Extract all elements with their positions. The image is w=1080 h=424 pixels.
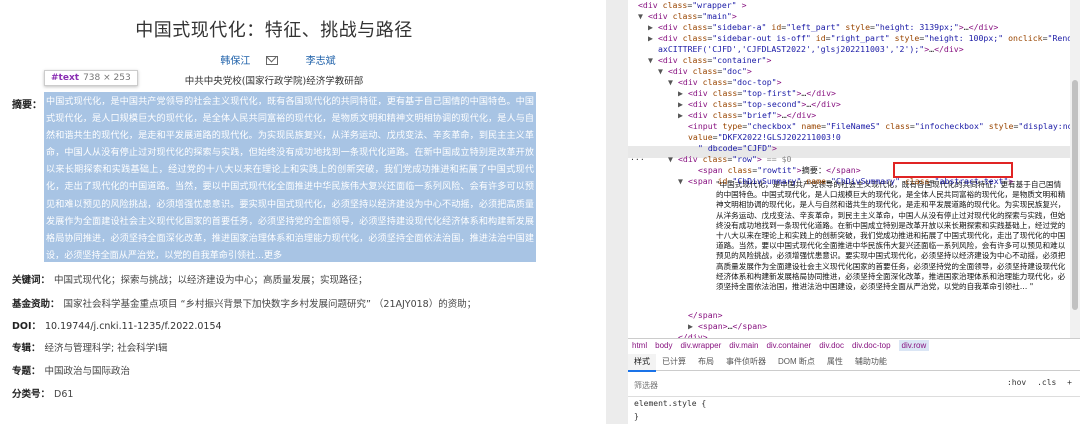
- styles-tabbar: 样式 已计算 布局 事件侦听器 DOM 断点 属性 辅助功能: [628, 354, 1080, 372]
- dom-node-line[interactable]: ▶ <div class="top-first">…</div>: [678, 88, 836, 99]
- subject-row: 专题： 中国政治与国际政治: [12, 366, 131, 377]
- filter-bar: 筛选器 :hov .cls +: [628, 372, 1080, 397]
- expand-toggle-icon: ▶: [648, 33, 653, 43]
- styles-tab[interactable]: 辅助功能: [849, 354, 893, 370]
- breadcrumb: html body div.wrapper div.main div.container…: [628, 338, 1080, 353]
- breadcrumb-item[interactable]: body: [655, 341, 672, 350]
- styles-tab[interactable]: 属性: [821, 354, 849, 370]
- class-row: 分类号： D61: [12, 389, 74, 400]
- dom-node-line[interactable]: " dbcode="CJFD">: [688, 143, 777, 154]
- styles-tab[interactable]: DOM 断点: [772, 354, 821, 370]
- dom-node-line[interactable]: ▶ <div class="sidebar-a" id="left_part" s…: [648, 22, 998, 33]
- breadcrumb-item[interactable]: div.doc: [819, 341, 844, 350]
- doi-row: DOI： 10.19744/j.cnki.11-1235/f.2022.0154: [12, 321, 222, 332]
- breadcrumb-item[interactable]: html: [632, 341, 647, 350]
- dom-node-line[interactable]: ▼ <div class="main">: [638, 11, 737, 22]
- expand-toggle-icon: ▼: [668, 77, 673, 87]
- article-title: 中国式现代化：特征、挑战与路径: [135, 20, 413, 41]
- class-value: D61: [54, 389, 74, 400]
- topic-value: 经济与管理科学; 社会科学Ⅰ辑: [44, 343, 168, 354]
- breadcrumb-item[interactable]: div.container: [766, 341, 811, 350]
- doi-value: 10.19744/j.cnki.11-1235/f.2022.0154: [45, 321, 222, 332]
- dom-node-line[interactable]: value="DKFX2022!GLSJ202211003!0: [678, 132, 841, 143]
- elements-tree[interactable]: "中国式现代化，是中国共产党领导的社会主义现代化，既有各国现代化的共同特征，更有…: [628, 0, 1070, 338]
- dom-node-line[interactable]: <input type="checkbox" name="FileNameS" …: [678, 121, 1070, 132]
- styles-tab[interactable]: 样式: [628, 354, 656, 372]
- dom-node-line[interactable]: axCITTREF('CJFD','CJFDLAST2022','glsj202…: [648, 44, 964, 55]
- pane-divider[interactable]: [606, 0, 628, 424]
- breadcrumb-item[interactable]: div.wrapper: [680, 341, 721, 350]
- dom-node-line[interactable]: ▶ <div class="top-second">…</div>: [678, 99, 841, 110]
- author-link[interactable]: 韩保江: [212, 56, 286, 67]
- dom-node-line[interactable]: </span>: [688, 310, 723, 321]
- article-pane: 中国式现代化：特征、挑战与路径 韩保江 李志斌 中共中央党校(国家行政学院)经济…: [0, 0, 606, 424]
- dom-node-line[interactable]: <span class="rowtit">摘要：</span>: [688, 165, 861, 176]
- filter-input[interactable]: 筛选器: [634, 380, 658, 391]
- dom-node-line[interactable]: ▼ <div class="container">: [648, 55, 771, 66]
- expand-toggle-icon: ▶: [678, 110, 683, 120]
- mail-icon[interactable]: [266, 56, 279, 65]
- expand-toggle-icon: ▼: [668, 154, 673, 164]
- cls-toggle[interactable]: .cls: [1037, 378, 1056, 387]
- dom-node-line[interactable]: ▼ <div class="row"> == $0: [668, 154, 791, 165]
- element-style-rule[interactable]: element.style {: [634, 399, 706, 408]
- more-link[interactable]: ...更多: [255, 251, 282, 261]
- scrollbar-thumb[interactable]: [1072, 80, 1078, 310]
- expand-toggle-icon: ▼: [678, 176, 683, 186]
- abstract-text: 中国式现代化，是中国共产党领导的社会主义现代化，既有各国现代化的共同特征，更有基…: [46, 97, 534, 261]
- expand-toggle-icon: ▶: [678, 88, 683, 98]
- topic-row: 专辑： 经济与管理科学; 社会科学Ⅰ辑: [12, 343, 168, 354]
- styles-tab[interactable]: 布局: [692, 354, 720, 370]
- inspect-tooltip: #text 738 × 253: [44, 70, 138, 86]
- expand-toggle-icon: ▼: [648, 55, 653, 65]
- fund-row: 基金资助： 国家社会科学基金重点项目 “乡村振兴背景下加快数字乡村发展问题研究” …: [12, 299, 477, 310]
- expand-toggle-icon: ▼: [658, 66, 663, 76]
- element-style-close: }: [634, 412, 639, 421]
- add-rule-button[interactable]: +: [1067, 378, 1072, 387]
- dom-node-line[interactable]: ▶ <div class="sidebar-out is-off" id="rig…: [648, 33, 1070, 44]
- expand-toggle-icon: ▼: [638, 11, 643, 21]
- author-link[interactable]: 李志斌: [306, 56, 336, 67]
- abstract-label: 摘要：: [12, 100, 42, 111]
- filter-tools: :hov .cls +: [1001, 378, 1072, 387]
- keywords-row: 关键词： 中国式现代化；探索与挑战；以经济建设为中心；高质量发展；实现路径；: [12, 275, 368, 286]
- breadcrumb-item[interactable]: div.main: [729, 341, 758, 350]
- styles-tab[interactable]: 事件侦听器: [720, 354, 772, 370]
- dom-node-line[interactable]: ▼ <span id="ChDivSummary" name="ChDivSumm…: [678, 176, 1013, 187]
- author-list: 韩保江 李志斌: [0, 52, 548, 67]
- breadcrumb-item[interactable]: div.doc-top: [852, 341, 891, 350]
- fund-link[interactable]: 国家社会科学基金重点项目 “乡村振兴背景下加快数字乡村发展问题研究” （21AJ…: [64, 299, 477, 310]
- dom-node-line[interactable]: <div class="wrapper" >: [628, 0, 747, 11]
- hov-toggle[interactable]: :hov: [1007, 378, 1026, 387]
- more-options-icon[interactable]: ···: [630, 154, 645, 165]
- keywords-links[interactable]: 中国式现代化；探索与挑战；以经济建设为中心；高质量发展；实现路径；: [54, 275, 368, 286]
- dom-node-line[interactable]: ▶ <span>…</span>: [688, 321, 767, 332]
- breadcrumb-item[interactable]: div.row: [898, 340, 930, 351]
- expand-toggle-icon: ▶: [678, 99, 683, 109]
- devtools-panel: "中国式现代化，是中国共产党领导的社会主义现代化，既有各国现代化的共同特征，更有…: [628, 0, 1080, 424]
- dom-node-line[interactable]: ▶ <div class="brief">…</div>: [678, 110, 816, 121]
- dom-node-line[interactable]: ▼ <div class="doc">: [658, 66, 752, 77]
- expand-toggle-icon: ▶: [648, 22, 653, 32]
- styles-tab[interactable]: 已计算: [656, 354, 692, 370]
- subject-value: 中国政治与国际政治: [44, 366, 131, 377]
- dom-node-line[interactable]: ▼ <div class="doc-top">: [668, 77, 782, 88]
- text-node[interactable]: "中国式现代化，是中国共产党领导的社会主义现代化，既有各国现代化的共同特征，更有…: [716, 180, 1068, 292]
